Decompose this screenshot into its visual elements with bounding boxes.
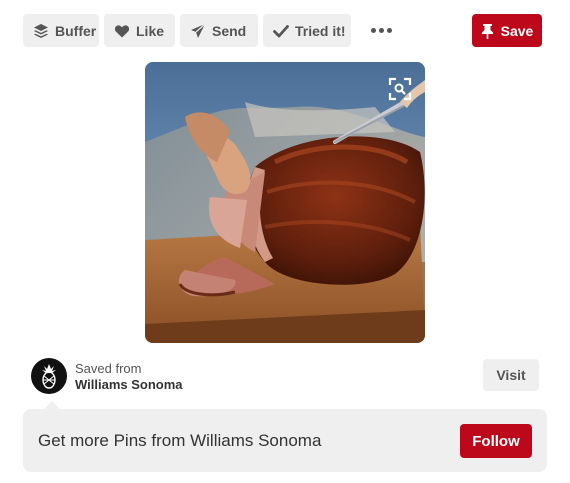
tried-it-button[interactable]: Tried it! (263, 14, 351, 47)
pineapple-logo-icon (42, 364, 56, 389)
like-button[interactable]: Like (104, 14, 175, 47)
pin-action-toolbar: Buffer Like Send Tried it! Save (23, 14, 542, 47)
checkmark-icon (273, 24, 289, 37)
ham-photo (145, 62, 425, 343)
send-label: Send (212, 22, 247, 39)
saved-from-label: Saved from (75, 361, 142, 376)
send-button[interactable]: Send (180, 14, 258, 47)
follow-button[interactable]: Follow (460, 424, 532, 458)
buffer-label: Buffer (55, 22, 97, 39)
pushpin-icon (481, 23, 493, 39)
heart-icon (114, 24, 130, 37)
follow-prompt: Get more Pins from Williams Sonoma (38, 431, 322, 450)
pin-image[interactable] (145, 62, 425, 343)
save-label: Save (500, 22, 534, 39)
visual-search-icon[interactable] (388, 77, 412, 101)
source-avatar[interactable] (31, 358, 67, 394)
save-button[interactable]: Save (472, 14, 542, 47)
source-name[interactable]: Williams Sonoma (75, 377, 183, 392)
buffer-button[interactable]: Buffer (23, 14, 99, 47)
follow-card: Get more Pins from Williams Sonoma Follo… (23, 409, 547, 472)
like-label: Like (136, 22, 165, 39)
more-options-icon[interactable] (369, 14, 393, 47)
pin-source: Saved from Williams Sonoma Visit (31, 358, 541, 398)
send-icon (191, 23, 206, 38)
buffer-icon (34, 23, 48, 38)
visit-button[interactable]: Visit (483, 359, 539, 391)
tried-it-label: Tried it! (295, 22, 346, 39)
